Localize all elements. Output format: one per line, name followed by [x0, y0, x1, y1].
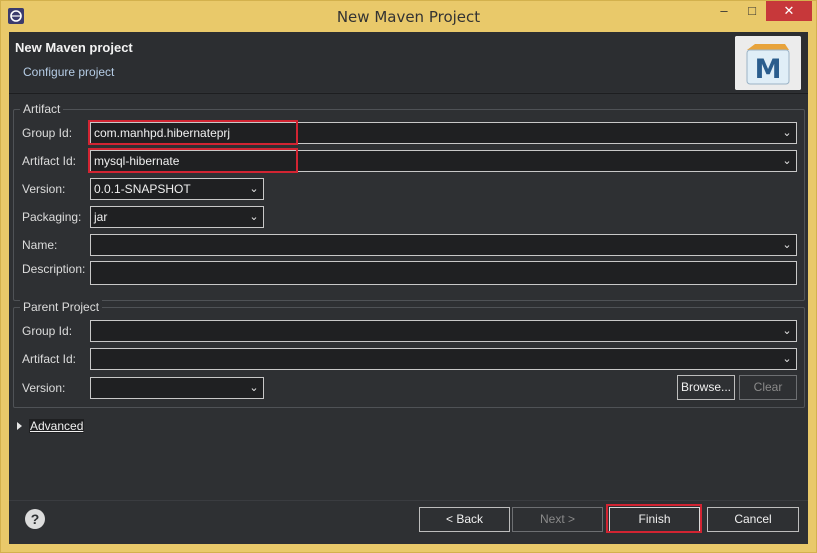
- parent-artifact-id-label: Artifact Id:: [22, 352, 77, 366]
- version-label: Version:: [22, 182, 66, 196]
- dialog-window: New Maven Project – □ ✕ New Maven projec…: [0, 0, 817, 553]
- title-bar[interactable]: New Maven Project – □ ✕: [1, 1, 816, 32]
- back-button[interactable]: < Back: [419, 507, 510, 532]
- triangle-right-icon[interactable]: [17, 422, 22, 430]
- description-label: Description:: [22, 262, 86, 276]
- name-label: Name:: [22, 238, 58, 252]
- chevron-down-icon[interactable]: ⌄: [779, 124, 795, 142]
- version-value: 0.0.1-SNAPSHOT: [94, 182, 191, 196]
- advanced-label[interactable]: Advanced: [29, 419, 85, 433]
- maven-logo-icon: M: [735, 36, 801, 90]
- chevron-down-icon[interactable]: ⌄: [779, 236, 795, 254]
- packaging-value: jar: [94, 210, 108, 224]
- chevron-down-icon[interactable]: ⌄: [246, 208, 262, 226]
- banner-separator: [9, 93, 808, 94]
- window-title: New Maven Project: [336, 8, 481, 26]
- artifact-legend: Artifact: [20, 102, 64, 116]
- clear-button[interactable]: Clear: [739, 375, 797, 400]
- parent-version-label: Version:: [22, 381, 66, 395]
- group-id-label: Group Id:: [22, 126, 73, 140]
- next-button[interactable]: Next >: [512, 507, 603, 532]
- packaging-combo[interactable]: jar ⌄: [90, 206, 264, 228]
- group-id-combo[interactable]: com.manhpd.hibernateprj ⌄: [90, 122, 797, 144]
- chevron-down-icon[interactable]: ⌄: [779, 152, 795, 170]
- dialog-client-area: New Maven project Configure project M Ar…: [9, 32, 808, 544]
- cancel-button[interactable]: Cancel: [707, 507, 799, 532]
- chevron-down-icon[interactable]: ⌄: [779, 350, 795, 368]
- parent-version-combo[interactable]: ⌄: [90, 377, 264, 399]
- parent-project-legend: Parent Project: [20, 300, 103, 314]
- wizard-banner: New Maven project Configure project M: [9, 32, 808, 92]
- artifact-id-label: Artifact Id:: [22, 154, 77, 168]
- parent-group-id-combo[interactable]: ⌄: [90, 320, 797, 342]
- parent-group-id-label: Group Id:: [22, 324, 73, 338]
- banner-title: New Maven project: [15, 40, 133, 55]
- footer-separator: [9, 500, 808, 501]
- minimize-button[interactable]: –: [711, 1, 737, 21]
- close-button[interactable]: ✕: [766, 1, 812, 21]
- chevron-down-icon[interactable]: ⌄: [779, 322, 795, 340]
- packaging-label: Packaging:: [22, 210, 82, 224]
- help-icon[interactable]: ?: [25, 509, 45, 529]
- artifact-id-combo[interactable]: mysql-hibernate ⌄: [90, 150, 797, 172]
- banner-subtitle: Configure project: [23, 65, 115, 79]
- artifact-id-value: mysql-hibernate: [94, 154, 180, 168]
- maximize-button[interactable]: □: [739, 1, 765, 21]
- chevron-down-icon[interactable]: ⌄: [246, 180, 262, 198]
- finish-button[interactable]: Finish: [609, 507, 700, 532]
- chevron-down-icon[interactable]: ⌄: [246, 379, 262, 397]
- maven-logo-letter: M: [755, 54, 782, 85]
- parent-artifact-id-combo[interactable]: ⌄: [90, 348, 797, 370]
- version-combo[interactable]: 0.0.1-SNAPSHOT ⌄: [90, 178, 264, 200]
- description-textarea[interactable]: [90, 261, 797, 285]
- group-id-value: com.manhpd.hibernateprj: [94, 126, 231, 140]
- browse-button[interactable]: Browse...: [677, 375, 735, 400]
- name-combo[interactable]: ⌄: [90, 234, 797, 256]
